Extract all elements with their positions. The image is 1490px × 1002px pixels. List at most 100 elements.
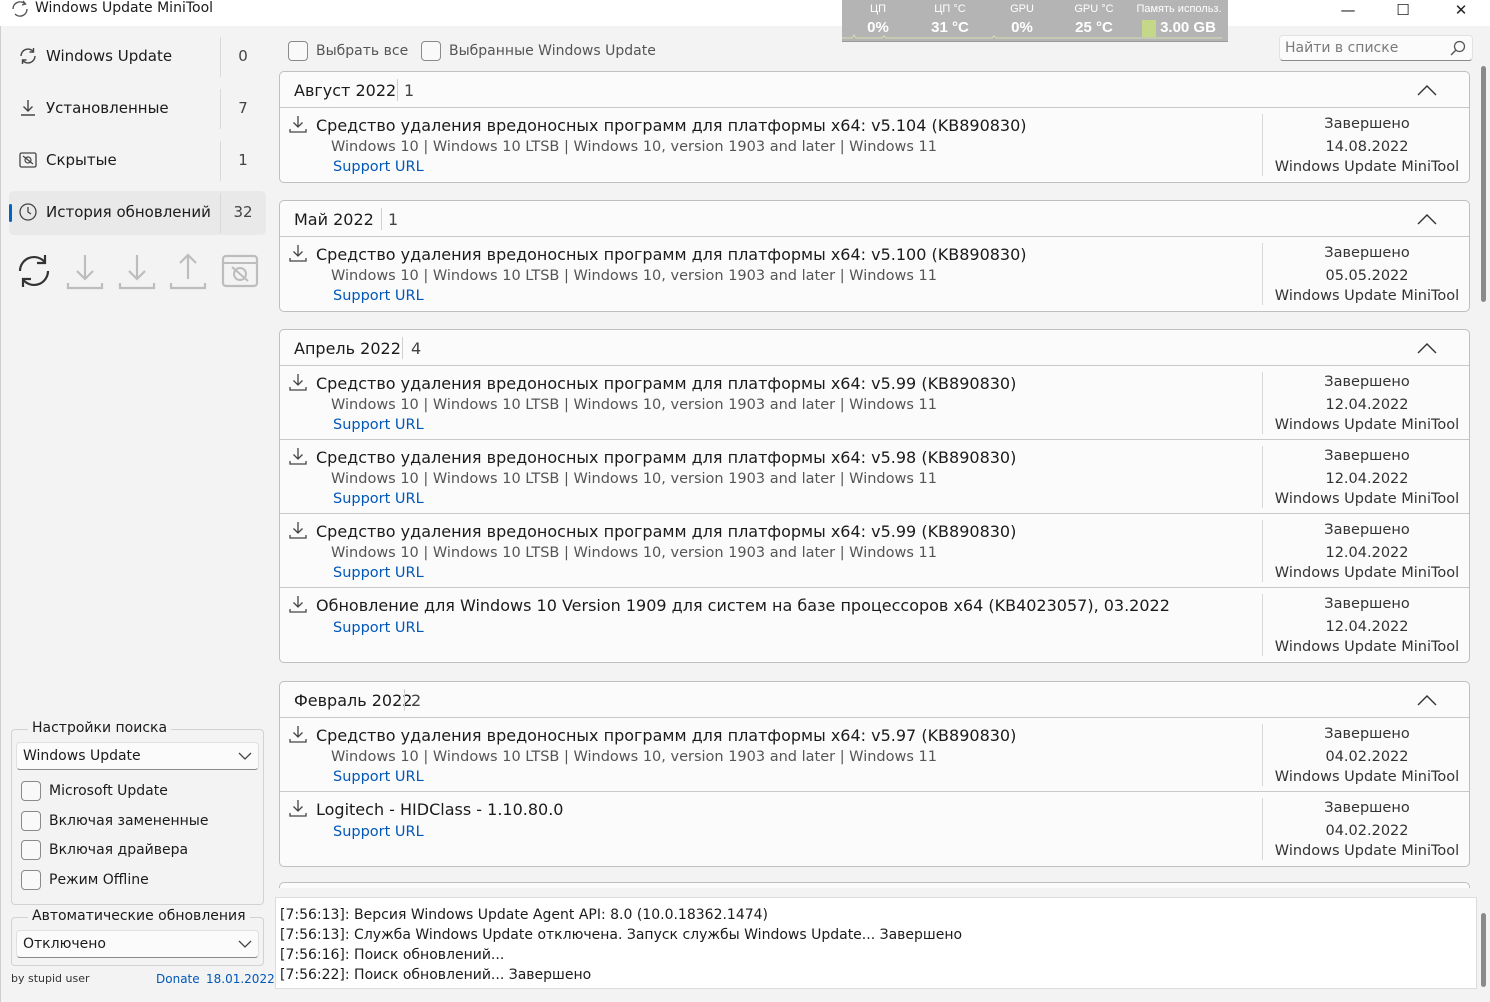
donate-link[interactable]: Donate <box>156 972 200 986</box>
support-url-link[interactable]: Support URL <box>333 769 424 785</box>
support-url-link[interactable]: Support URL <box>333 159 424 175</box>
support-url-link[interactable]: Support URL <box>333 288 424 304</box>
support-url-link[interactable]: Support URL <box>333 491 424 507</box>
month-count: 4 <box>411 339 422 358</box>
update-date: 12.04.2022 <box>1325 619 1409 635</box>
checkbox-box[interactable] <box>21 870 41 890</box>
close-button[interactable]: ✕ <box>1438 0 1484 20</box>
search-settings-group: Настройки поиска Windows Update Microsof… <box>11 720 264 905</box>
update-status: Завершено <box>1324 448 1410 464</box>
month-count: 1 <box>404 81 415 100</box>
search-source-dropdown[interactable]: Windows Update <box>16 742 259 770</box>
chevron-up-icon[interactable] <box>1416 693 1438 707</box>
checkbox-box[interactable] <box>21 781 41 801</box>
log-line: [7:56:13]: Служба Windows Update отключе… <box>280 927 963 943</box>
sidebar-item-count: 1 <box>238 151 248 169</box>
refresh-icon <box>20 48 36 64</box>
minimize-button[interactable]: — <box>1325 0 1371 20</box>
auto-updates-legend: Автоматические обновления <box>28 908 250 924</box>
download-icon <box>289 374 307 391</box>
update-item[interactable]: Обновление для Windows 10 Version 1909 д… <box>280 588 1469 662</box>
checkbox-label: Microsoft Update <box>49 783 168 799</box>
update-item[interactable]: Средство удаления вредоносных программ д… <box>280 108 1469 182</box>
chevron-down-icon <box>238 752 252 760</box>
download-icon <box>21 100 35 116</box>
divider <box>1262 114 1263 176</box>
search-icon[interactable] <box>1450 40 1466 56</box>
search-field[interactable]: Найти в списке <box>1279 35 1473 61</box>
list-scrollbar[interactable] <box>1481 66 1486 302</box>
maximize-button[interactable]: ☐ <box>1380 0 1426 20</box>
update-title: Средство удаления вредоносных программ д… <box>316 448 1017 467</box>
sidebar-item-installed[interactable]: Установленные 7 <box>9 87 266 131</box>
download-button[interactable] <box>64 249 106 293</box>
update-date: 05.05.2022 <box>1325 268 1409 284</box>
divider <box>220 89 221 129</box>
update-title: Средство удаления вредоносных программ д… <box>316 245 1027 264</box>
update-item[interactable]: Средство удаления вредоносных программ д… <box>280 440 1469 514</box>
sidebar-item-hidden[interactable]: Скрытые 1 <box>9 139 266 183</box>
sidebar-item-label: Установленные <box>46 99 169 117</box>
refresh-button[interactable] <box>13 249 55 293</box>
update-status: Завершено <box>1324 800 1410 816</box>
log-panel[interactable]: [7:56:13]: Версия Windows Update Agent A… <box>275 897 1477 989</box>
upload-icon <box>169 253 207 290</box>
update-history-list[interactable]: Август 2022 1 Средство удаления вредонос… <box>275 64 1477 888</box>
month-header[interactable]: Май 2022 1 <box>280 201 1469 237</box>
update-products: Windows 10 | Windows 10 LTSB | Windows 1… <box>331 545 937 561</box>
chevron-up-icon[interactable] <box>1416 83 1438 97</box>
update-source: Windows Update MiniTool <box>1274 769 1460 785</box>
download-icon <box>289 800 307 817</box>
update-title: Средство удаления вредоносных программ д… <box>316 374 1017 393</box>
auto-updates-dropdown[interactable]: Отключено <box>16 930 259 958</box>
log-scrollbar[interactable] <box>1481 913 1486 987</box>
hide-button[interactable] <box>219 249 261 293</box>
update-source: Windows Update MiniTool <box>1274 843 1460 859</box>
version-date-link[interactable]: 18.01.2022 <box>206 972 275 986</box>
divider <box>1262 446 1263 508</box>
update-item[interactable]: Logitech - HIDClass - 1.10.80.0 Support … <box>280 792 1469 866</box>
month-header[interactable]: Апрель 2022 4 <box>280 330 1469 366</box>
auto-updates-group: Автоматические обновления Отключено <box>11 908 264 966</box>
month-group: Май 2022 1 Средство удаления вредоносных… <box>279 200 1470 312</box>
checkbox-box[interactable] <box>21 811 41 831</box>
sidebar-item-history[interactable]: История обновлений 32 <box>9 191 266 235</box>
support-url-link[interactable]: Support URL <box>333 565 424 581</box>
auto-updates-value: Отключено <box>23 936 106 952</box>
support-url-link[interactable]: Support URL <box>333 417 424 433</box>
uninstall-button[interactable] <box>167 249 209 293</box>
cpu-label: ЦП <box>869 3 887 15</box>
checkbox-box[interactable] <box>288 41 308 61</box>
update-products: Windows 10 | Windows 10 LTSB | Windows 1… <box>331 139 937 155</box>
divider <box>1262 594 1263 656</box>
chevron-up-icon[interactable] <box>1416 212 1438 226</box>
sidebar-item-windows-update[interactable]: Windows Update 0 <box>9 35 266 79</box>
update-title: Обновление для Windows 10 Version 1909 д… <box>316 596 1170 615</box>
update-item[interactable]: Средство удаления вредоносных программ д… <box>280 366 1469 440</box>
title-bar: Windows Update MiniTool — ☐ ✕ <box>0 0 1490 26</box>
month-header[interactable]: Август 2022 1 <box>280 72 1469 108</box>
install-button[interactable] <box>116 249 158 293</box>
checkbox-box[interactable] <box>421 41 441 61</box>
chevron-up-icon[interactable] <box>1416 341 1438 355</box>
checkbox-label: Выбранные Windows Update <box>449 43 656 59</box>
update-status: Завершено <box>1324 726 1410 742</box>
update-status: Завершено <box>1324 522 1410 538</box>
divider <box>220 37 221 77</box>
month-header[interactable]: Февраль 2022 2 <box>280 682 1469 718</box>
support-url-link[interactable]: Support URL <box>333 824 424 840</box>
update-item[interactable]: Средство удаления вредоносных программ д… <box>280 514 1469 588</box>
divider <box>220 141 221 181</box>
checkbox-box[interactable] <box>21 840 41 860</box>
update-item[interactable]: Средство удаления вредоносных программ д… <box>280 718 1469 792</box>
cpu-temp-label: ЦП °C <box>934 3 966 15</box>
download-icon <box>289 245 307 262</box>
update-title: Средство удаления вредоносных программ д… <box>316 522 1017 541</box>
month-name: Февраль 2022 <box>294 691 413 710</box>
update-item[interactable]: Средство удаления вредоносных программ д… <box>280 237 1469 311</box>
memory-label: Память использ. <box>1136 3 1222 15</box>
divider <box>397 79 398 101</box>
support-url-link[interactable]: Support URL <box>333 620 424 636</box>
update-status: Завершено <box>1324 596 1410 612</box>
sidebar-item-count: 32 <box>233 203 253 221</box>
